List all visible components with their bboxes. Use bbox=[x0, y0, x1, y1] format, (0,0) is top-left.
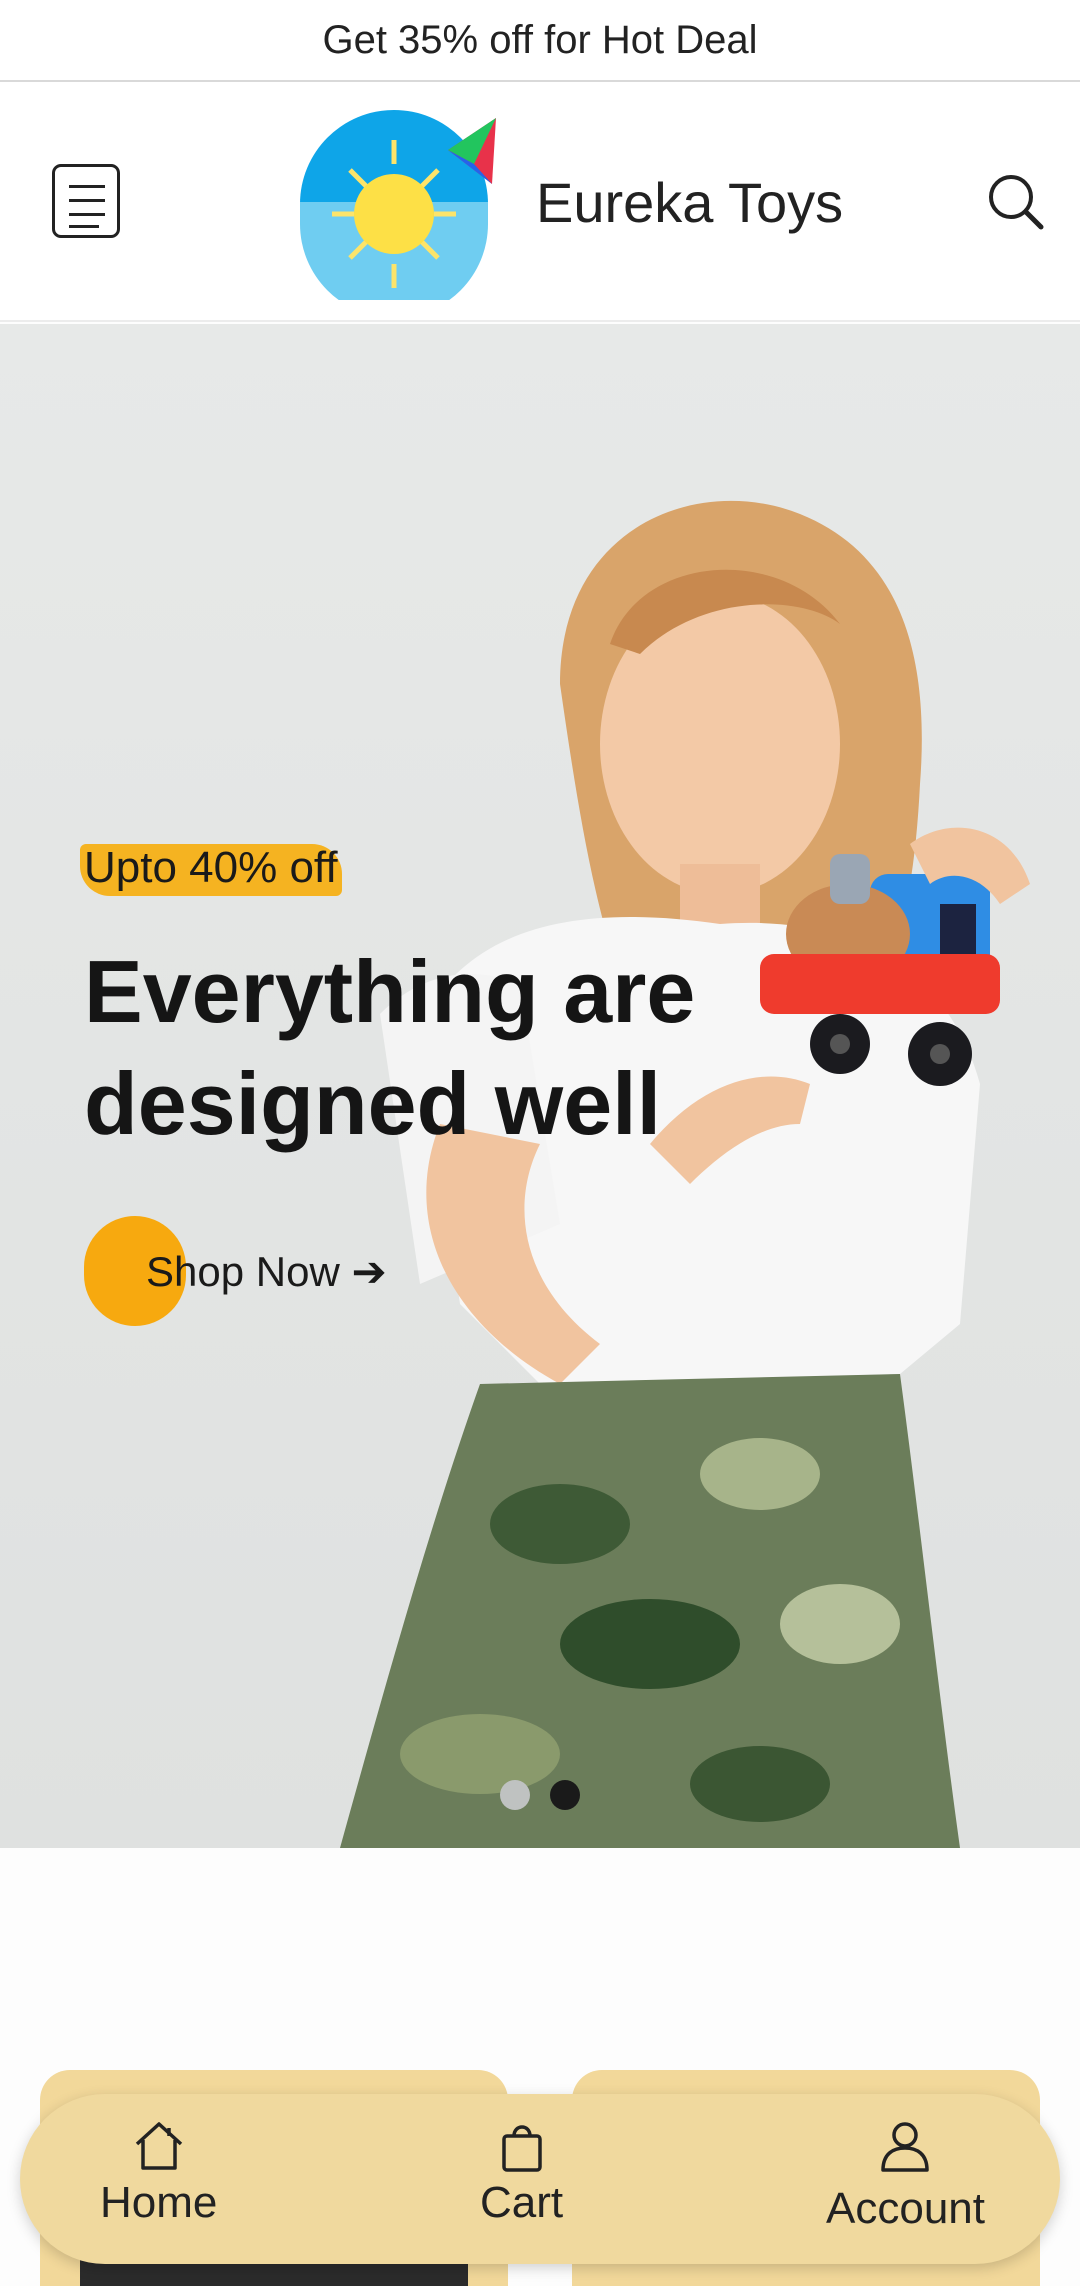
app-screen: Get 35% off for Hot Deal Eureka Toys Upt… bbox=[0, 0, 1080, 2286]
promo-banner[interactable]: Get 35% off for Hot Deal bbox=[0, 0, 1080, 82]
app-header: Eureka Toys bbox=[0, 82, 1080, 322]
promo-text: Get 35% off for Hot Deal bbox=[322, 17, 758, 62]
offer-tag: Upto 40% off bbox=[80, 836, 342, 900]
brand-name: Eureka Toys bbox=[536, 170, 844, 234]
carousel-indicators bbox=[500, 1780, 580, 1810]
shop-now-label: Shop Now ➔ bbox=[146, 1247, 387, 1295]
nav-account-label: Account bbox=[826, 2184, 985, 2233]
offer-text: Upto 40% off bbox=[84, 843, 338, 892]
nav-cart-label: Cart bbox=[480, 2178, 564, 2227]
search-icon[interactable] bbox=[986, 172, 1044, 230]
nav-cart[interactable]: Cart bbox=[480, 2118, 563, 2228]
user-icon bbox=[881, 2122, 930, 2172]
bottom-nav: Home Cart Account bbox=[20, 2094, 1060, 2264]
menu-icon[interactable] bbox=[52, 164, 120, 238]
hero-carousel[interactable]: Upto 40% off Everything are designed wel… bbox=[0, 324, 1080, 1848]
nav-home-label: Home bbox=[100, 2178, 218, 2227]
shop-now-button[interactable]: Shop Now ➔ bbox=[84, 1216, 387, 1326]
carousel-dot[interactable] bbox=[550, 1780, 580, 1810]
bag-icon bbox=[501, 2125, 542, 2172]
home-icon bbox=[135, 2122, 182, 2170]
hero-headline: Everything are designed well bbox=[84, 942, 696, 1153]
nav-account[interactable]: Account bbox=[826, 2118, 985, 2234]
brand[interactable]: Eureka Toys bbox=[298, 104, 843, 300]
logo-icon bbox=[300, 110, 496, 300]
nav-home[interactable]: Home bbox=[100, 2118, 217, 2228]
carousel-dot[interactable] bbox=[500, 1780, 530, 1810]
